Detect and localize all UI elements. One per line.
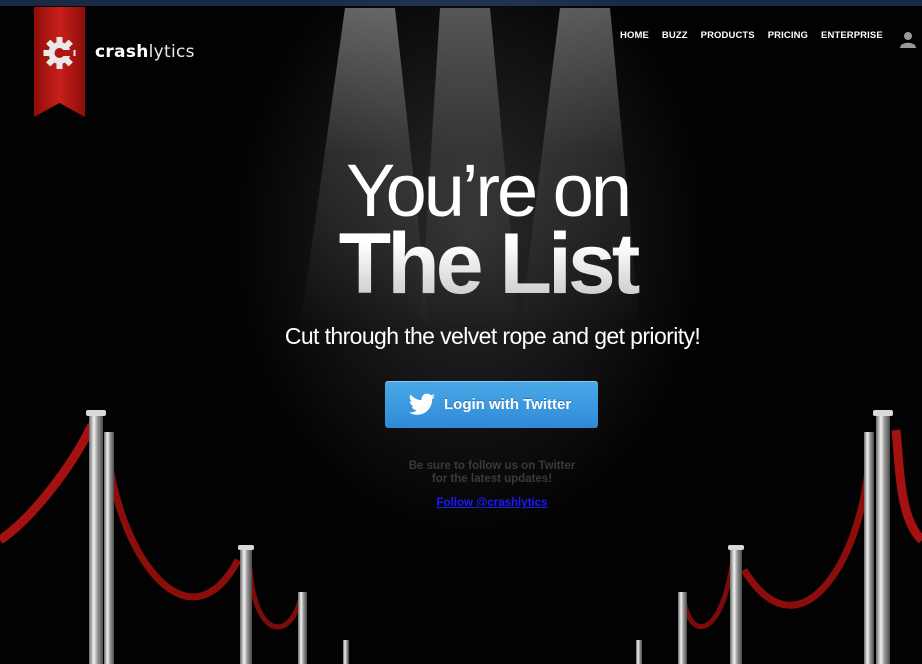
tagline: Cut through the velvet rope and get prio… xyxy=(284,323,701,349)
brand-bold: crash xyxy=(95,42,149,62)
follow-note-line1: Be sure to follow us on Twitter xyxy=(408,460,576,472)
login-with-twitter-button[interactable]: Login with Twitter xyxy=(385,381,598,428)
landing-page: crashlytics HOME BUZZ PRODUCTS PRICING E… xyxy=(0,0,922,664)
user-icon[interactable] xyxy=(899,30,917,48)
twitter-bird-icon xyxy=(408,393,435,415)
gear-logo-icon xyxy=(43,37,76,69)
crashlytics-ribbon-logo[interactable] xyxy=(34,7,85,117)
brand-light: lytics xyxy=(148,42,195,62)
nav-products[interactable]: PRODUCTS xyxy=(701,30,755,41)
nav-home[interactable]: HOME xyxy=(620,30,649,41)
follow-crashlytics-link[interactable]: Follow @crashlytics xyxy=(437,497,548,509)
follow-note-line2: for the latest updates! xyxy=(431,473,553,485)
nav-pricing[interactable]: PRICING xyxy=(768,30,808,41)
nav-enterprise[interactable]: ENTERPRISE xyxy=(821,30,883,41)
follow-link-container: Follow @crashlytics xyxy=(0,497,922,509)
headline-the-list: The List xyxy=(0,214,922,314)
top-border xyxy=(0,0,922,6)
brand-name[interactable]: crashlytics xyxy=(95,42,195,62)
login-with-twitter-label: Login with Twitter xyxy=(444,396,572,413)
follow-note: Be sure to follow us on Twitter for the … xyxy=(0,460,922,486)
main-nav: HOME BUZZ PRODUCTS PRICING ENTERPRISE xyxy=(620,30,896,41)
nav-buzz[interactable]: BUZZ xyxy=(662,30,688,41)
